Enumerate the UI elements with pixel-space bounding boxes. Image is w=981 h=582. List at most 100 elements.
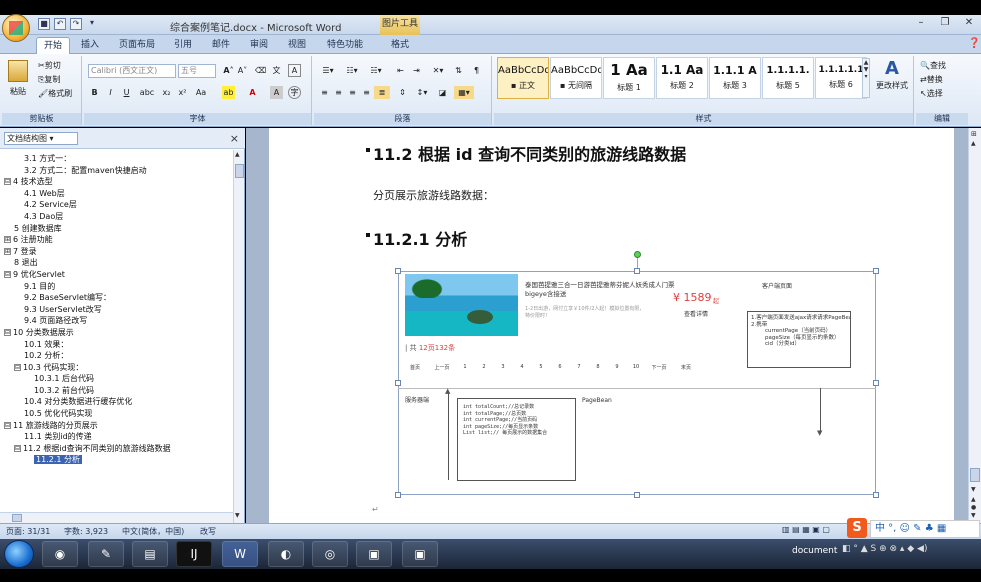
sort-icon[interactable]: ⇅	[452, 64, 465, 77]
nav-item[interactable]: 10.3.2 前台代码	[0, 385, 232, 397]
status-mode[interactable]: 改写	[200, 526, 216, 537]
ruler-toggle-icon[interactable]: ⊞	[971, 130, 977, 138]
style-heading-5[interactable]: 1.1.1.1. 标题 5	[762, 57, 814, 99]
status-page[interactable]: 页面: 31/31	[6, 526, 50, 537]
align-left-icon[interactable]: ≡	[318, 86, 331, 99]
nav-item[interactable]: 5 创建数据库	[0, 223, 232, 235]
window1-icon[interactable]: ▣	[356, 541, 392, 567]
customize-qa-icon[interactable]: ▾	[86, 18, 98, 30]
nav-item[interactable]: 4.1 Web层	[0, 188, 232, 200]
help-icon[interactable]: ❓	[968, 38, 980, 49]
style-heading-3[interactable]: 1.1.1 A 标题 3	[709, 57, 761, 99]
format-painter-button[interactable]: 🖌格式刷	[38, 88, 72, 99]
nav-item[interactable]: 11.1 类别id的传递	[0, 431, 232, 443]
clear-format-icon[interactable]: ⌫	[254, 64, 267, 77]
tab-references[interactable]: 引用	[168, 37, 198, 54]
styles-scroll[interactable]: ▲ ▼ ▾	[862, 58, 870, 98]
increase-indent-icon[interactable]: ⇥	[410, 64, 423, 77]
nav-item[interactable]: 11.2.1 分析	[0, 454, 232, 466]
nav-scroll-up-icon[interactable]: ▲	[235, 151, 240, 158]
bold-icon[interactable]: B	[88, 86, 101, 99]
nav-item[interactable]: ⊟ 11.2 根据id查询不同类别的旅游线路数据	[0, 443, 232, 455]
style-no-spacing[interactable]: AaBbCcDd ▪ 无间隔	[550, 57, 602, 99]
nav-item[interactable]: 3.2 方式二：配置maven快捷启动	[0, 165, 232, 177]
nav-item[interactable]: 10.2 分析：	[0, 350, 232, 362]
strikethrough-icon[interactable]: abc	[138, 86, 156, 99]
taskbar-document-label[interactable]: document	[792, 546, 837, 556]
browse-object-icon[interactable]: ●	[971, 504, 976, 511]
office-button[interactable]	[2, 14, 30, 42]
doc-scroll-thumb[interactable]	[970, 468, 980, 482]
ie-icon[interactable]: ◉	[42, 541, 78, 567]
ime-toolbar[interactable]: 中 °, ☺ ✎ ♣ ▦	[870, 520, 980, 538]
enclose-char-icon[interactable]: 字	[288, 86, 301, 99]
decrease-indent-icon[interactable]: ⇤	[394, 64, 407, 77]
cut-button[interactable]: ✂剪切	[38, 60, 61, 71]
phonetic-icon[interactable]: 文	[270, 64, 283, 77]
collapse-icon[interactable]: ⊟	[14, 363, 21, 371]
nav-item[interactable]: 4.2 Service层	[0, 199, 232, 211]
borders-icon[interactable]: ▦▾	[454, 86, 474, 99]
numbering-icon[interactable]: ☷▾	[342, 64, 362, 77]
view-buttons[interactable]: ▥ ▤ ▦ ▣ ▢	[782, 525, 844, 537]
collapse-icon[interactable]: ⊟	[4, 421, 11, 429]
shading-icon[interactable]: ◪	[436, 86, 449, 99]
nav-item[interactable]: ⊟ 10.3 代码实现：	[0, 362, 232, 374]
change-styles-button[interactable]: A 更改样式	[874, 58, 910, 91]
nav-hscrollbar[interactable]	[0, 512, 233, 523]
nav-scroll-down-icon[interactable]: ▼	[235, 512, 240, 519]
line-spacing-icon[interactable]: ↕▾	[412, 86, 432, 99]
subscript-icon[interactable]: x₂	[160, 86, 173, 99]
tab-view[interactable]: 视图	[282, 37, 312, 54]
resize-handle-bl[interactable]	[395, 492, 401, 498]
undo-icon[interactable]: ↶	[54, 18, 66, 30]
paste-icon[interactable]	[8, 60, 28, 82]
nav-item[interactable]: 10.3.1 后台代码	[0, 373, 232, 385]
tab-review[interactable]: 审阅	[244, 37, 274, 54]
resize-handle-t[interactable]	[634, 268, 640, 274]
font-name-box[interactable]: Calibri (西文正文)	[88, 64, 176, 78]
rotate-handle[interactable]	[634, 251, 641, 258]
resize-handle-b[interactable]	[634, 492, 640, 498]
nav-hscroll-thumb[interactable]	[12, 514, 22, 522]
prev-page-icon[interactable]: ▲	[971, 496, 976, 503]
nav-item[interactable]: ⊟ 4 技术选型	[0, 176, 232, 188]
style-heading-6[interactable]: 1.1.1.1.1 标题 6	[815, 57, 867, 99]
sogou-ime-icon[interactable]: S	[847, 518, 867, 538]
nav-item[interactable]: 10.4 对分类数据进行缓存优化	[0, 396, 232, 408]
collapse-icon[interactable]: ⊟	[4, 270, 11, 278]
superscript-icon[interactable]: x²	[176, 86, 189, 99]
shrink-font-icon[interactable]: A˅	[236, 64, 249, 77]
resize-handle-r[interactable]	[873, 380, 879, 386]
minimize-icon[interactable]: –	[910, 16, 932, 30]
style-heading-2[interactable]: 1.1 Aa 标题 2	[656, 57, 708, 99]
nav-item[interactable]: 9.3 UserServlet改写	[0, 304, 232, 316]
nav-item[interactable]: 9.2 BaseServlet编写：	[0, 292, 232, 304]
nav-mode-dropdown[interactable]: 文档结构图 ▾	[4, 132, 78, 145]
copy-button[interactable]: ⎘复制	[38, 74, 60, 85]
tab-insert[interactable]: 插入	[76, 37, 104, 54]
show-marks-icon[interactable]: ¶	[470, 64, 483, 77]
tab-features[interactable]: 特色功能	[320, 37, 370, 54]
nav-item[interactable]: ⊞ 7 登录	[0, 246, 232, 258]
expand-icon[interactable]: ⊞	[4, 236, 11, 244]
start-button[interactable]	[4, 540, 34, 568]
italic-icon[interactable]: I	[104, 86, 117, 99]
status-language[interactable]: 中文(简体，中国)	[122, 526, 184, 537]
char-shading-icon[interactable]: A	[270, 86, 283, 99]
select-button[interactable]: ↖选择	[920, 88, 943, 99]
scroll-down-icon[interactable]: ▼	[971, 486, 976, 493]
nav-item[interactable]: 4.3 Dao层	[0, 211, 232, 223]
word-icon[interactable]: W	[222, 541, 258, 567]
tab-format[interactable]: 格式	[380, 37, 420, 54]
nav-item[interactable]: ⊞ 6 注册功能	[0, 234, 232, 246]
nav-item[interactable]: ⊟ 10 分类数据展示	[0, 327, 232, 339]
collapse-icon[interactable]: ⊟	[14, 444, 21, 452]
resize-handle-l[interactable]	[395, 380, 401, 386]
font-color-icon[interactable]: A	[246, 86, 259, 99]
explorer-icon[interactable]: ▤	[132, 541, 168, 567]
resize-handle-tl[interactable]	[395, 268, 401, 274]
close-icon[interactable]: ✕	[958, 16, 980, 30]
nav-item[interactable]: 3.1 方式一：	[0, 153, 232, 165]
window2-icon[interactable]: ▣	[402, 541, 438, 567]
